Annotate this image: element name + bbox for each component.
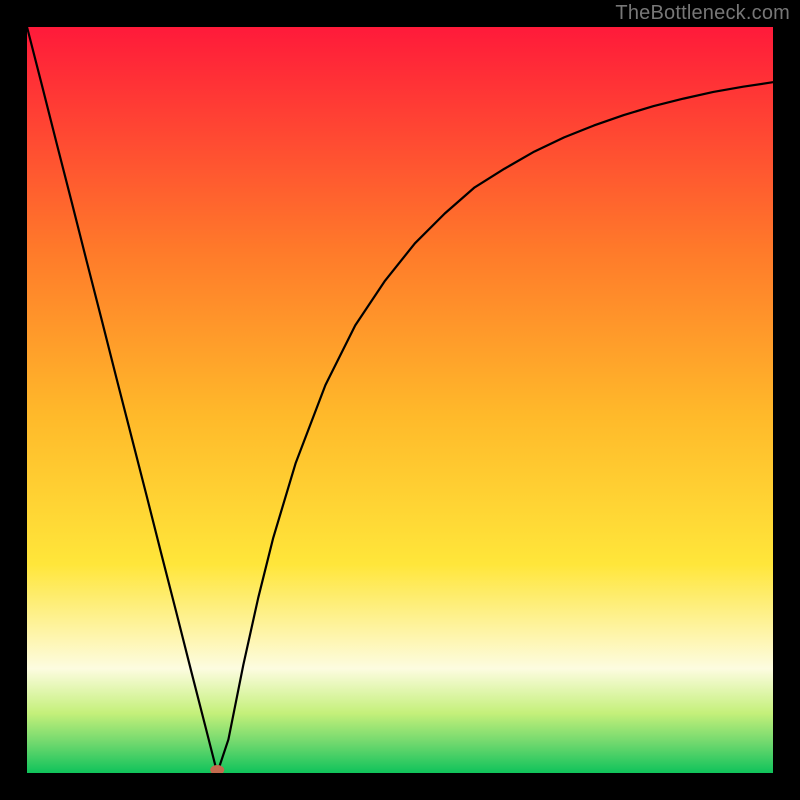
watermark-text: TheBottleneck.com (615, 2, 790, 25)
chart-container: TheBottleneck.com (0, 0, 800, 800)
gradient-background (27, 27, 773, 773)
plot-frame (27, 27, 773, 773)
chart-svg (27, 27, 773, 773)
